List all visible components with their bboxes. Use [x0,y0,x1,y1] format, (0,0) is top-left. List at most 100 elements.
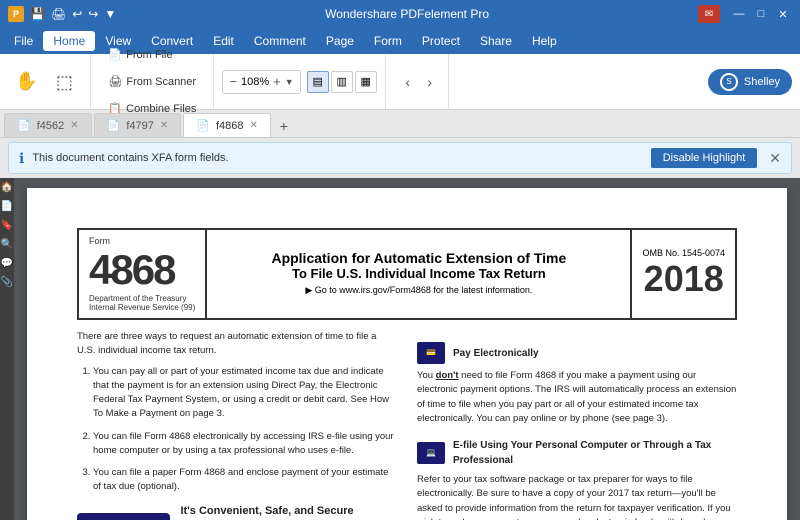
tab-close-f4797[interactable]: ✕ [160,120,168,131]
sidebar-pages-icon[interactable]: 📄 [1,201,13,212]
info-icon: ℹ [19,150,24,167]
doc-right-column: 💳 Pay Electronically You don't need to f… [417,330,737,520]
notification-bar: ℹ This document contains XFA form fields… [8,142,792,174]
tab-f4562[interactable]: 📄 f4562 ✕ [4,113,92,137]
doc-year: 2018 [644,258,724,300]
zoom-control[interactable]: − 108% + ▼ [222,70,300,94]
list-item-1: You can pay all or part of your estimate… [93,365,397,422]
user-button[interactable]: S Shelley [708,69,792,95]
quick-print-icon[interactable]: 🖨 [51,7,66,21]
tab-close-f4868[interactable]: ✕ [249,120,257,131]
email-icon[interactable]: ✉ [698,5,720,23]
maximize-button[interactable]: □ [752,5,770,23]
double-page-view-button[interactable]: ▥ [331,71,353,93]
tab-f4797[interactable]: 📄 f4797 ✕ [94,113,182,137]
tab-doc-icon: 📄 [196,119,210,132]
ribbon-group-tools: ✋ ⬚ [8,54,91,109]
tab-label: f4562 [37,120,65,132]
tab-f4868[interactable]: 📄 f4868 ✕ [183,113,271,137]
tabs-bar: 📄 f4562 ✕ 📄 f4797 ✕ 📄 f4868 ✕ + [0,110,800,138]
quick-undo-icon[interactable]: ↩ [72,7,82,21]
nav-buttons: ‹ › [398,72,440,92]
hand-tool-button[interactable]: ✋ [8,58,44,106]
sidebar-attach-icon[interactable]: 📎 [1,277,13,288]
quick-redo-icon[interactable]: ↪ [88,7,98,21]
instruction-list: You can pay all or part of your estimate… [77,365,397,495]
zoom-in-button[interactable]: + [273,74,281,89]
menu-share[interactable]: Share [470,31,522,51]
from-scanner-button[interactable]: 🖨 From Scanner [99,69,205,95]
doc-title: Application for Automatic Extension of T… [215,250,622,266]
user-label: Shelley [744,76,780,88]
section1-icon: 💳 [417,342,445,364]
doc-subtitle: To File U.S. Individual Income Tax Retur… [215,266,622,281]
sidebar-comment-icon[interactable]: 💬 [1,258,13,269]
close-button[interactable]: ✕ [774,5,792,23]
intro-text: There are three ways to request an autom… [77,330,397,359]
continuous-view-button[interactable]: ▦ [355,71,377,93]
notification-text: This document contains XFA form fields. [32,152,642,164]
menu-file[interactable]: File [4,31,43,51]
from-file-label: From File [126,49,172,61]
quick-customize-icon[interactable]: ▼ [104,7,116,21]
tab-doc-icon: 📄 [107,119,121,132]
view-buttons: ▤ ▥ ▦ [307,71,377,93]
title-bar-left: P 💾 🖨 ↩ ↪ ▼ [8,6,116,22]
menu-protect[interactable]: Protect [412,31,470,51]
tab-label: f4797 [126,120,154,132]
open-options: 📄 From File 🖨 From Scanner 📋 Combine Fil… [99,42,205,122]
add-tab-button[interactable]: + [273,115,295,137]
notification-close-button[interactable]: ✕ [769,150,781,167]
ribbon: ✋ ⬚ 📄 From File 🖨 From Scanner 📋 Combine… [0,54,800,110]
efile-logo: IRS e ✦ file [77,513,170,520]
app-title: Wondershare PDFelement Pro [116,7,698,21]
section1-title: Pay Electronically [453,346,539,361]
cursor-icon: ⬚ [56,73,73,91]
list-item-3: You can file a paper Form 4868 and enclo… [93,466,397,495]
app-icon: P [8,6,24,22]
section1-header: 💳 Pay Electronically [417,342,737,364]
from-file-button[interactable]: 📄 From File [99,42,205,68]
form-label: Form [89,236,195,246]
menu-comment[interactable]: Comment [244,31,316,51]
menu-home[interactable]: Home [43,31,95,51]
menu-form[interactable]: Form [364,31,412,51]
ribbon-group-nav: ‹ › [394,54,449,109]
section2-title: E-file Using Your Personal Computer or T… [453,438,737,468]
section1-body: You don't need to file Form 4868 if you … [417,369,737,426]
sidebar-bookmark-icon[interactable]: 🔖 [1,220,13,231]
hand-icon: ✋ [15,72,37,90]
title-bar: P 💾 🖨 ↩ ↪ ▼ Wondershare PDFelement Pro ✉… [0,0,800,28]
sidebar-home-icon[interactable]: 🏠 [1,182,13,193]
minimize-button[interactable]: — [730,5,748,23]
tab-close-f4562[interactable]: ✕ [70,120,78,131]
main-area: 🏠 📄 🔖 🔍 💬 📎 Form 4868 Department of the … [0,178,800,520]
sidebar-search-icon[interactable]: 🔍 [1,239,13,250]
single-page-view-button[interactable]: ▤ [307,71,329,93]
window-controls: ✉ — □ ✕ [698,5,792,23]
nav-prev-button[interactable]: ‹ [398,72,418,92]
avatar-initial: S [722,75,736,89]
disable-highlight-button[interactable]: Disable Highlight [651,148,758,168]
ribbon-group-zoom: − 108% + ▼ ▤ ▥ ▦ [222,54,385,109]
menu-edit[interactable]: Edit [203,31,244,51]
doc-url: ▶ Go to www.irs.gov/Form4868 for the lat… [215,285,622,296]
scanner-icon: 🖨 [108,75,122,88]
tab-doc-icon: 📄 [17,119,31,132]
nav-next-button[interactable]: › [420,72,440,92]
menu-help[interactable]: Help [522,31,567,51]
file-icon: 📄 [108,48,122,61]
menu-page[interactable]: Page [316,31,364,51]
doc-left-column: There are three ways to request an autom… [77,330,397,520]
tab-label: f4868 [216,120,244,132]
document-view[interactable]: Form 4868 Department of the Treasury Int… [14,178,800,520]
form-number: 4868 [89,246,195,294]
select-tool-button[interactable]: ⬚ [46,58,82,106]
zoom-out-button[interactable]: − [229,74,237,89]
quick-save-icon[interactable]: 💾 [30,7,45,21]
efile-tagline-text: It's Convenient, Safe, and Secure [180,503,397,520]
section2-body: Refer to your tax software package or ta… [417,473,737,520]
zoom-dropdown-icon[interactable]: ▼ [285,77,294,87]
omb-label: OMB No. 1545-0074 [642,248,725,258]
from-scanner-label: From Scanner [126,76,196,88]
